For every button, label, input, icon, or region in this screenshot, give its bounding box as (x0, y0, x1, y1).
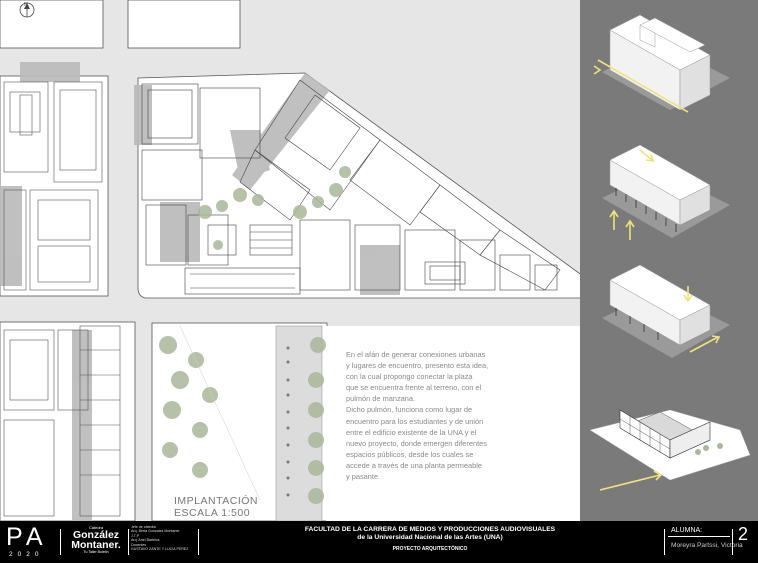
scale-title: IMPLANTACIÓN (174, 495, 258, 507)
catedra-name-2: Montaner. (71, 539, 121, 551)
block-top-left (0, 0, 104, 49)
student-label: ALUMNA: (671, 527, 703, 534)
description-line: nuevo proyecto, donde emergen diferentes (346, 438, 487, 448)
diagram-context-render (589, 409, 751, 491)
catedra-logo: Cátedra González Montaner. Tu Taller Bol… (65, 525, 127, 554)
divider (198, 529, 199, 555)
description-line: espacios públicos, desde los cuales se (346, 449, 474, 459)
concept-diagrams-panel (580, 0, 758, 521)
scale-value: ESCALA 1:500 (174, 507, 251, 519)
divider (664, 529, 665, 555)
diagram-volume-2 (602, 144, 730, 240)
diagram-volume-1 (593, 14, 730, 113)
title-block: PA 2020 Cátedra González Montaner. Tu Ta… (0, 521, 758, 563)
description-line: con la cual propongo conectar la plaza (346, 372, 473, 382)
diagram-volume-3 (602, 264, 730, 358)
divider (732, 529, 733, 555)
divider (128, 529, 129, 555)
description-line: Dicho pulmón, funciona como lugar de (346, 405, 473, 415)
student-underline (668, 536, 730, 537)
block-bottom-left (0, 321, 136, 521)
description-line: que se encuentra frente al terreno, con … (346, 383, 482, 393)
staff-line: GUSTAVO ZANTE Y LUCIA PEREZ (131, 547, 189, 552)
description-line: y pasante. (346, 472, 381, 482)
project-description: En el afán de generar conexiones urbanas… (346, 349, 522, 482)
block-top-center (127, 0, 241, 49)
institution-block: FACULTAD DE LA CARRERA DE MEDIOS Y PRODU… (200, 526, 660, 553)
description-line: y lugares de encuentro, presento esta id… (346, 361, 489, 371)
description-line: entre el edificio existente de la UNA y … (346, 427, 477, 437)
divider (60, 529, 61, 555)
faculty-line-1: FACULTAD DE LA CARRERA DE MEDIOS Y PRODU… (304, 526, 556, 533)
presentation-sheet: N En el afán de generar conexiones urban… (0, 0, 758, 563)
block-triangle (137, 72, 580, 299)
sheet-number: 2 (738, 524, 749, 544)
course-brand: PA (6, 523, 48, 551)
description-line: pulmón de manzana. (346, 394, 416, 404)
staff-list: Jefe de cátedra Arq. Berta Gonzalez Mont… (131, 525, 199, 551)
description-line: En el afán de generar conexiones urbanas (346, 350, 486, 359)
project-title: PROYECTO ARQUITECTÓNICO (392, 546, 468, 552)
course-year: 2020 (9, 551, 44, 558)
scale-label: IMPLANTACIÓN ESCALA 1:500 (174, 495, 258, 519)
concept-diagrams (589, 14, 751, 491)
north-label: N (24, 2, 28, 8)
description-line: encuentro para los estudiantes y de unió… (346, 416, 484, 426)
description-line: accede a través de una planta permeable (346, 460, 482, 470)
faculty-line-2: de la Universidad Nacional de las Artes … (357, 534, 503, 541)
